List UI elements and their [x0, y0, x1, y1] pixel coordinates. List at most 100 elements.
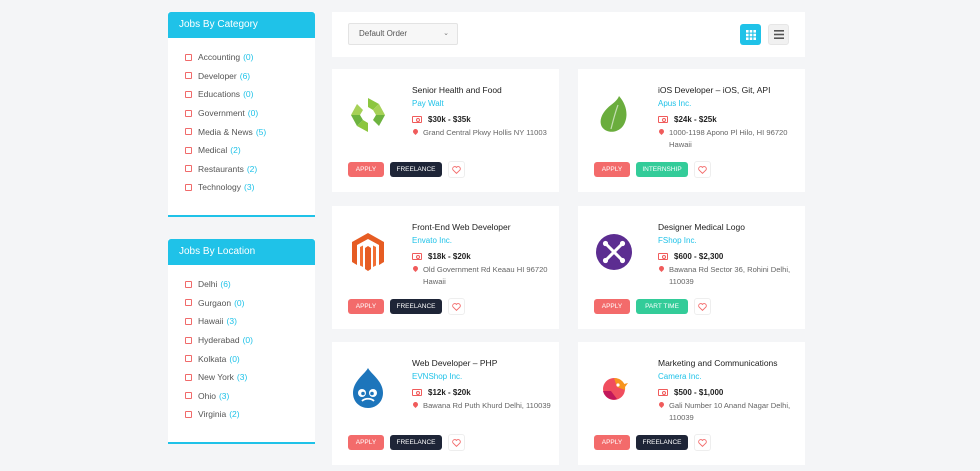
address-text: Old Government Rd Keaau HI 96720 Hawaii: [423, 265, 548, 286]
job-title[interactable]: Designer Medical Logo: [658, 222, 745, 232]
salary-value: $24k - $25k: [674, 115, 717, 124]
sort-order-select[interactable]: Default Order ⌄: [348, 23, 458, 45]
location-item[interactable]: Ohio (3): [185, 387, 315, 406]
location-list: Delhi (6) Gurgaon (0) Hawaii (3) Hyderabad(…: [168, 265, 315, 432]
job-title[interactable]: Senior Health and Food: [412, 85, 502, 95]
salary: $500 - $1,000: [658, 388, 723, 397]
category-item[interactable]: Restaurants (2): [185, 160, 315, 179]
job-card: iOS Developer – iOS, Git, API Apus Inc. …: [578, 69, 805, 192]
location-item[interactable]: Hawaii (3): [185, 312, 315, 331]
job-card: Designer Medical Logo FShop Inc. $600 - …: [578, 206, 805, 329]
category-label: Government: [198, 108, 245, 119]
apply-button[interactable]: APPLY: [594, 299, 630, 314]
checkbox[interactable]: [185, 299, 192, 307]
checkbox[interactable]: [185, 146, 192, 154]
checkbox[interactable]: [185, 72, 192, 80]
favorite-button[interactable]: [694, 298, 711, 315]
category-item[interactable]: Accounting (0): [185, 48, 315, 67]
job-type-badge[interactable]: FREELANCE: [636, 435, 688, 450]
joomla-logo-icon: [592, 230, 636, 274]
job-card: Marketing and Communications Camera Inc.…: [578, 342, 805, 465]
company-link[interactable]: Pay Walt: [412, 99, 444, 108]
list-view-button[interactable]: [768, 24, 789, 45]
checkbox[interactable]: [185, 53, 192, 61]
money-icon: [658, 253, 668, 260]
checkbox[interactable]: [185, 336, 192, 344]
address-text: Gali Number 10 Anand Nagar Delhi, 110039: [669, 401, 791, 422]
address-text: 1000-1198 Apono Pl Hilo, HI 96720 Hawaii: [669, 128, 788, 149]
category-label: Developer: [198, 70, 237, 81]
heart-icon: [452, 438, 461, 447]
checkbox[interactable]: [185, 90, 192, 98]
checkbox[interactable]: [185, 165, 192, 173]
company-link[interactable]: FShop Inc.: [658, 236, 697, 245]
favorite-button[interactable]: [448, 161, 465, 178]
category-label: Restaurants: [198, 163, 244, 174]
money-icon: [658, 116, 668, 123]
location-label: New York: [198, 372, 234, 383]
checkbox[interactable]: [185, 280, 192, 288]
job-type-badge[interactable]: FREELANCE: [390, 162, 442, 177]
salary-value: $500 - $1,000: [674, 388, 724, 397]
company-link[interactable]: Apus Inc.: [658, 99, 691, 108]
magento-logo-icon: [346, 230, 390, 274]
category-count: (0): [243, 52, 254, 63]
category-item[interactable]: Media & News (5): [185, 122, 315, 141]
category-item[interactable]: Government (0): [185, 104, 315, 123]
grid-view-button[interactable]: [740, 24, 761, 45]
salary: $12k - $20k: [412, 388, 471, 397]
checkbox[interactable]: [185, 410, 192, 418]
salary-value: $12k - $20k: [428, 388, 471, 397]
checkbox[interactable]: [185, 373, 192, 381]
favorite-button[interactable]: [448, 434, 465, 451]
company-link[interactable]: Envato Inc.: [412, 236, 452, 245]
location-item[interactable]: Kolkata (0): [185, 349, 315, 368]
category-count: (2): [230, 145, 241, 156]
location-label: Kolkata: [198, 353, 227, 364]
job-type-badge[interactable]: FREELANCE: [390, 299, 442, 314]
checkbox[interactable]: [185, 317, 192, 325]
job-type-badge[interactable]: FREELANCE: [390, 435, 442, 450]
location-item[interactable]: New York (3): [185, 368, 315, 387]
location-count: (0): [234, 297, 245, 308]
address: 1000-1198 Apono Pl Hilo, HI 96720 Hawaii: [657, 127, 798, 151]
category-item[interactable]: Developer (6): [185, 67, 315, 86]
checkbox[interactable]: [185, 183, 192, 191]
category-label: Educations: [198, 89, 241, 100]
apply-button[interactable]: APPLY: [348, 299, 384, 314]
favorite-button[interactable]: [448, 298, 465, 315]
category-list: Accounting (0) Developer (6) Educations (0)…: [168, 38, 315, 205]
category-widget-title: Jobs By Category: [168, 12, 315, 38]
checkbox[interactable]: [185, 392, 192, 400]
job-title[interactable]: Marketing and Communications: [658, 358, 778, 368]
favorite-button[interactable]: [694, 434, 711, 451]
location-pin-icon: [411, 264, 420, 273]
location-item[interactable]: Delhi (6): [185, 275, 315, 294]
location-label: Hawaii: [198, 316, 224, 327]
checkbox[interactable]: [185, 128, 192, 136]
location-item[interactable]: Gurgaon (0): [185, 294, 315, 313]
favorite-button[interactable]: [694, 161, 711, 178]
job-title[interactable]: Front-End Web Developer: [412, 222, 511, 232]
apply-button[interactable]: APPLY: [594, 162, 630, 177]
location-count: (2): [229, 409, 240, 420]
job-card: Senior Health and Food Pay Walt $30k - $…: [332, 69, 559, 192]
location-item[interactable]: Hyderabad (0): [185, 331, 315, 350]
category-item[interactable]: Educations (0): [185, 85, 315, 104]
apply-button[interactable]: APPLY: [348, 435, 384, 450]
location-widget: Jobs By Location Delhi (6) Gurgaon (0) Haw…: [168, 239, 315, 444]
category-item[interactable]: Technology (3): [185, 178, 315, 197]
checkbox[interactable]: [185, 355, 192, 363]
apply-button[interactable]: APPLY: [594, 435, 630, 450]
apply-button[interactable]: APPLY: [348, 162, 384, 177]
category-item[interactable]: Medical (2): [185, 141, 315, 160]
job-type-badge[interactable]: INTERNSHIP: [636, 162, 688, 177]
location-item[interactable]: Virginia (2): [185, 405, 315, 424]
heart-icon: [698, 165, 707, 174]
job-title[interactable]: iOS Developer – iOS, Git, API: [658, 85, 770, 95]
job-title[interactable]: Web Developer – PHP: [412, 358, 497, 368]
checkbox[interactable]: [185, 109, 192, 117]
company-link[interactable]: EVNShop Inc.: [412, 372, 462, 381]
job-type-badge[interactable]: PART TIME: [636, 299, 688, 314]
company-link[interactable]: Camera Inc.: [658, 372, 702, 381]
